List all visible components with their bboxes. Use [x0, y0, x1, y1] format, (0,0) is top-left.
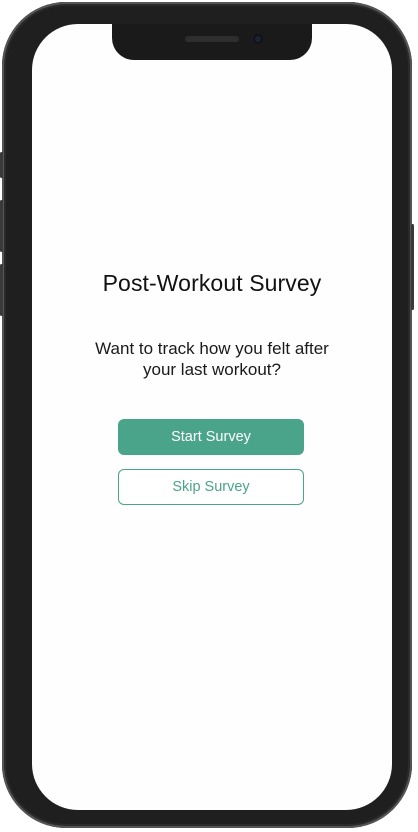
volume-up-button [0, 200, 3, 252]
power-button [411, 224, 414, 310]
volume-down-button [0, 264, 3, 316]
skip-survey-button[interactable]: Skip Survey [118, 469, 304, 505]
page-title: Post-Workout Survey [102, 270, 322, 296]
phone-frame: Post-Workout Survey Want to track how yo… [0, 2, 414, 828]
mute-switch [0, 152, 3, 178]
screen: Post-Workout Survey Want to track how yo… [32, 24, 392, 810]
survey-prompt: Want to track how you felt after your la… [95, 339, 329, 379]
start-survey-button[interactable]: Start Survey [118, 419, 304, 455]
speaker-grille [185, 36, 239, 42]
notch [112, 24, 312, 60]
front-camera [253, 34, 263, 44]
